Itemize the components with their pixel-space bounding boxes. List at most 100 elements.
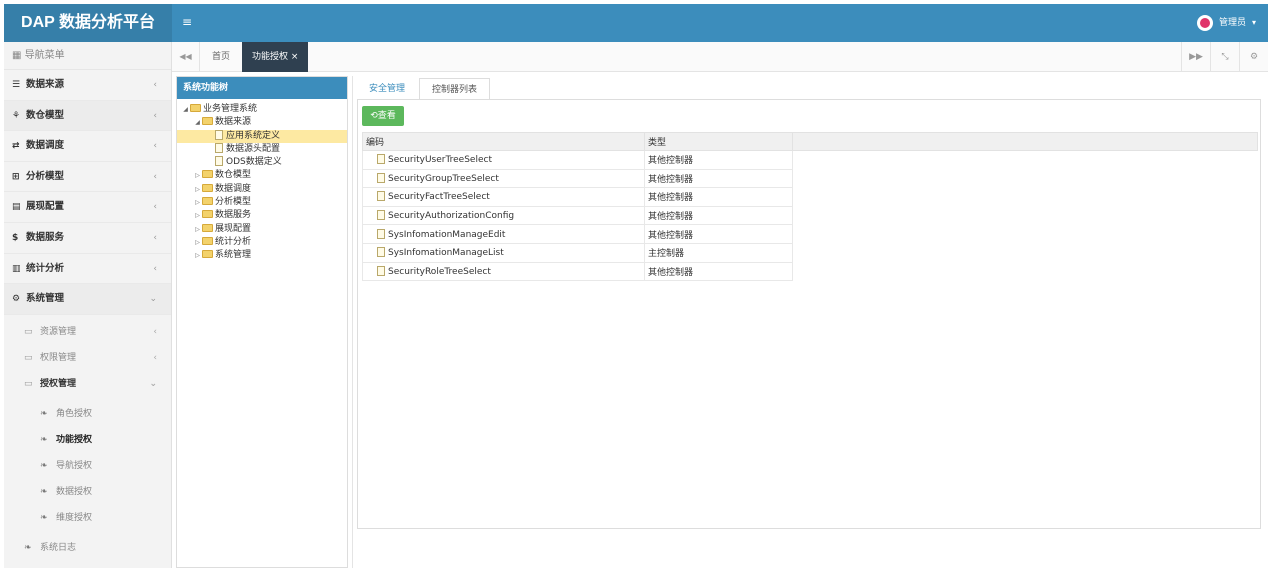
table-row[interactable]: SysInfomationManageList 主控制器 (362, 242, 1258, 263)
sidebar-item-display-config[interactable]: ▤ 展现配置 ‹ (4, 192, 171, 223)
collapsed-icon[interactable]: ▷ (193, 249, 202, 262)
sidebar-item-system-admin[interactable]: ⚙ 系统管理 ⌄ (4, 284, 171, 315)
sidebar-leaf-nav-auth[interactable]: ❧ 导航授权 (4, 453, 171, 479)
tree-node-warehouse[interactable]: ▷ 数仓模型 (177, 169, 347, 182)
folder-icon (202, 197, 213, 206)
tree-node-scheduling[interactable]: ▷ 数据调度 (177, 183, 347, 196)
tree-node-root[interactable]: ◢ 业务管理系统 (177, 103, 347, 116)
tab-security-management[interactable]: 安全管理 (357, 78, 417, 100)
sidebar-item-data-source[interactable]: ☰ 数据来源 ‹ (4, 70, 171, 101)
scroll-right-icon[interactable]: ▶▶ (1181, 42, 1210, 72)
tab-controller-list[interactable]: 控制器列表 (419, 78, 491, 100)
sidebar-leaf-role-auth[interactable]: ❧ 角色授权 (4, 401, 171, 427)
controller-list-panel: ⟲查看 编码 类型 SecurityUserTreeSelect 其他控制器 S… (357, 99, 1261, 529)
expanded-icon[interactable]: ◢ (181, 103, 190, 116)
sidebar-leaf-data-auth[interactable]: ❧ 数据授权 (4, 479, 171, 505)
table-row[interactable]: SecurityAuthorizationConfig 其他控制器 (362, 205, 1258, 226)
file-icon (377, 247, 385, 258)
row-code: SecurityGroupTreeSelect (388, 173, 499, 184)
sidebar-item-analysis-model[interactable]: ⊞ 分析模型 ‹ (4, 162, 171, 193)
fullscreen-icon[interactable]: ⤡ (1210, 42, 1239, 72)
view-button[interactable]: ⟲查看 (362, 106, 404, 126)
collapsed-icon[interactable]: ▷ (193, 236, 202, 249)
chevron-left-icon: ‹ (153, 352, 157, 363)
folder-open-icon (190, 104, 201, 112)
tab-home[interactable]: 首页 (202, 42, 240, 72)
shuffle-icon: ⇄ (12, 141, 20, 152)
chevron-left-icon: ‹ (153, 171, 157, 182)
table-row[interactable]: SysInfomationManageEdit 其他控制器 (362, 224, 1258, 244)
tree-node-data-service[interactable]: ▷ 数据服务 (177, 209, 347, 222)
collapsed-icon[interactable]: ▷ (193, 223, 202, 236)
table-row[interactable]: SecurityRoleTreeSelect 其他控制器 (362, 261, 1258, 282)
tab-function-auth[interactable]: 功能授权 × (242, 42, 309, 72)
sidebar-item-statistics[interactable]: ▥ 统计分析 ‹ (4, 254, 171, 285)
tree-node-display[interactable]: ▷ 展现配置 (177, 223, 347, 236)
tree-node-ods[interactable]: ODS数据定义 (177, 156, 347, 169)
grid-icon: ▦ (12, 50, 25, 61)
collapsed-icon[interactable]: ▷ (193, 209, 202, 222)
row-type: 主控制器 (644, 242, 793, 263)
chevron-down-icon: ⌄ (149, 378, 157, 389)
sidebar-subitem-permission[interactable]: ▭ 权限管理 ‹ (4, 345, 171, 371)
user-menu[interactable]: 管理员 ▾ (1196, 14, 1256, 32)
collapsed-icon[interactable]: ▷ (193, 196, 202, 209)
close-icon[interactable]: × (291, 52, 299, 62)
sidebar-leaf-dimension-auth[interactable]: ❧ 维度授权 (4, 505, 171, 531)
main-content: 安全管理 控制器列表 ⟲查看 编码 类型 SecurityUserTreeSel… (352, 76, 1268, 568)
table-row[interactable]: SecurityGroupTreeSelect 其他控制器 (362, 168, 1258, 189)
folder-icon (202, 210, 213, 219)
column-header-code[interactable]: 编码 (362, 132, 645, 151)
row-type: 其他控制器 (644, 224, 793, 244)
tree-node-app-system[interactable]: 应用系统定义 (177, 129, 347, 143)
tree-node-data-source[interactable]: ◢ 数据来源 (177, 116, 347, 129)
table-row[interactable]: SecurityUserTreeSelect 其他控制器 (362, 150, 1258, 170)
file-icon (377, 154, 385, 165)
sidebar-item-system-log[interactable]: ❧ 系统日志 (4, 535, 171, 561)
sitemap-icon: ⊞ (12, 171, 20, 182)
tree-node-system[interactable]: ▷ 系统管理 (177, 249, 347, 262)
column-header-type[interactable]: 类型 (644, 132, 793, 151)
film-icon: ▤ (12, 202, 21, 213)
tree-node-source-config[interactable]: 数据源头配置 (177, 142, 347, 156)
sidebar-item-data-service[interactable]: $ 数据服务 ‹ (4, 223, 171, 254)
chevron-left-icon: ‹ (153, 202, 157, 213)
top-header: DAP 数据分析平台 ≡ 管理员 ▾ (4, 4, 1268, 42)
database-icon: ☰ (12, 80, 21, 90)
row-type: 其他控制器 (644, 261, 793, 282)
chevron-down-icon: ⌄ (149, 294, 157, 305)
leaf-icon: ❧ (40, 460, 48, 471)
table-row[interactable]: SecurityFactTreeSelect 其他控制器 (362, 187, 1258, 207)
avatar-icon (1196, 15, 1213, 31)
chevron-left-icon: ‹ (153, 80, 157, 90)
collapsed-icon[interactable]: ▷ (193, 169, 202, 182)
settings-icon[interactable]: ⚙ (1239, 42, 1268, 72)
expanded-icon[interactable]: ◢ (193, 116, 202, 129)
leaf-icon: ❧ (40, 408, 48, 419)
sidebar-subitem-resource[interactable]: ▭ 资源管理 ‹ (4, 319, 171, 345)
app-title[interactable]: DAP 数据分析平台 (4, 4, 172, 42)
caret-down-icon: ▾ (1251, 18, 1256, 27)
sidebar-item-warehouse-model[interactable]: ⚘ 数仓模型 ‹ (4, 100, 171, 132)
menu-toggle-icon[interactable]: ≡ (182, 14, 196, 30)
folder-open-icon (202, 117, 213, 126)
chevron-left-icon: ‹ (153, 326, 157, 337)
leaf-icon: ❧ (40, 434, 48, 445)
chevron-left-icon: ‹ (153, 110, 157, 121)
sidebar-leaf-function-auth[interactable]: ❧ 功能授权 (4, 427, 171, 453)
folder-icon (202, 183, 213, 192)
chevron-left-icon: ‹ (153, 263, 157, 274)
sidebar-item-scheduling[interactable]: ⇄ 数据调度 ‹ (4, 131, 171, 162)
collapsed-icon[interactable]: ▷ (193, 183, 202, 196)
tree-node-statistics[interactable]: ▷ 统计分析 (177, 236, 347, 249)
tree-title: 系统功能树 (177, 77, 347, 99)
row-code: SysInfomationManageList (388, 248, 504, 259)
row-type: 其他控制器 (644, 168, 793, 189)
sidebar-subitem-authorization[interactable]: ▭ 授权管理 ⌄ (4, 371, 171, 397)
chevron-left-icon: ‹ (153, 232, 157, 243)
scroll-left-icon[interactable]: ◀◀ (172, 42, 200, 72)
file-icon (215, 142, 223, 153)
row-code: SecurityRoleTreeSelect (388, 266, 491, 277)
column-header-filler (792, 132, 1258, 151)
tree-node-analysis[interactable]: ▷ 分析模型 (177, 196, 347, 209)
